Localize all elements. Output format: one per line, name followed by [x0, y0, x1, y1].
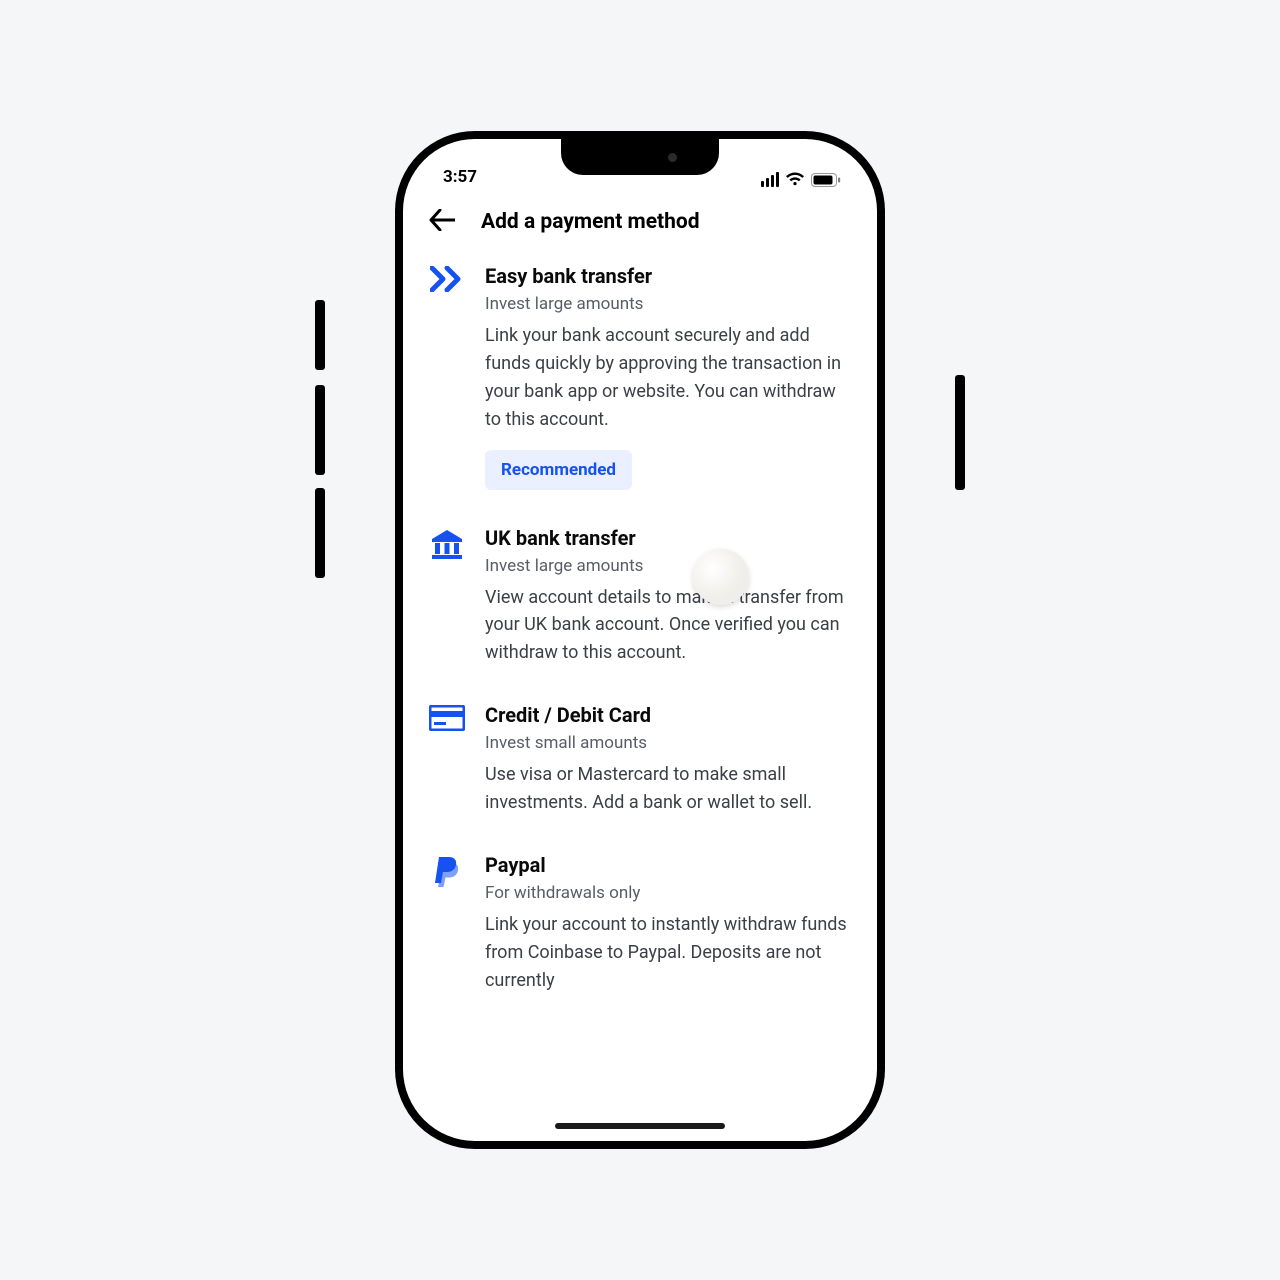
method-easy-bank[interactable]: Easy bank transfer Invest large amounts …: [403, 264, 877, 526]
method-subtitle: For withdrawals only: [485, 883, 853, 903]
recommended-badge: Recommended: [485, 450, 632, 490]
phone-frame: 3:57 Add a payment: [395, 131, 885, 1149]
method-card[interactable]: Credit / Debit Card Invest small amounts…: [403, 703, 877, 853]
method-subtitle: Invest small amounts: [485, 733, 853, 753]
method-subtitle: Invest large amounts: [485, 556, 853, 576]
home-indicator: [555, 1123, 725, 1129]
method-description: Use visa or Mastercard to make small inv…: [485, 761, 853, 817]
wifi-icon: [785, 172, 805, 187]
page-title: Add a payment method: [481, 210, 700, 234]
payment-method-list: Easy bank transfer Invest large amounts …: [403, 248, 877, 1141]
method-uk-bank[interactable]: UK bank transfer Invest large amounts Vi…: [403, 526, 877, 704]
method-title: Paypal: [485, 853, 853, 877]
double-chevron-icon: [427, 264, 467, 490]
method-subtitle: Invest large amounts: [485, 294, 853, 314]
card-icon: [427, 703, 467, 817]
touch-indicator: [693, 549, 749, 605]
status-time: 3:57: [443, 167, 477, 187]
method-paypal[interactable]: Paypal For withdrawals only Link your ac…: [403, 853, 877, 995]
back-button[interactable]: [425, 205, 459, 238]
method-description: View account details to make a transfer …: [485, 584, 853, 668]
cellular-signal-icon: [761, 172, 779, 187]
method-title: Credit / Debit Card: [485, 703, 853, 727]
battery-icon: [811, 173, 841, 187]
method-title: UK bank transfer: [485, 526, 853, 550]
method-description: Link your account to instantly withdraw …: [485, 911, 853, 995]
method-description: Link your bank account securely and add …: [485, 322, 853, 434]
paypal-icon: [427, 853, 467, 995]
device-notch: [561, 139, 719, 175]
method-title: Easy bank transfer: [485, 264, 853, 288]
bank-icon: [427, 526, 467, 668]
arrow-left-icon: [429, 219, 455, 234]
